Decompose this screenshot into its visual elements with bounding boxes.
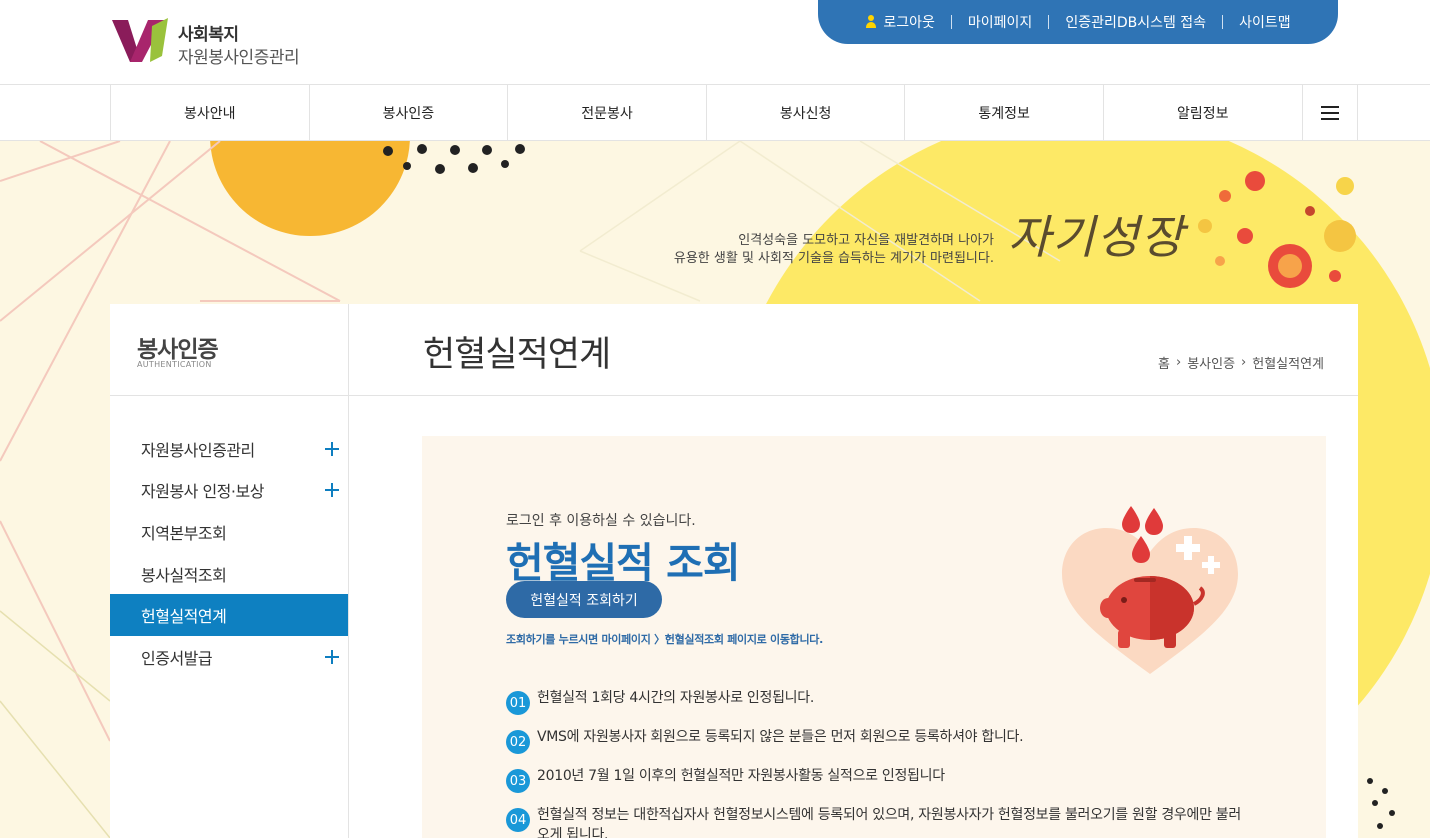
query-hint: 조회하기를 누르시면 마이페이지 〉헌혈실적조회 페이지로 이동합니다. — [506, 633, 824, 646]
logo-text-line1: 사회복지 — [178, 25, 239, 45]
piggy-bank-heart-icon — [1062, 506, 1238, 674]
notice-number: 02 — [506, 730, 530, 754]
side-nav-item-label: 봉사실적조회 — [141, 565, 227, 585]
nav-item-statistics[interactable]: 통계정보 — [905, 85, 1104, 141]
breadcrumb: 홈 › 봉사인증 › 헌혈실적연계 — [1158, 353, 1324, 372]
volunteer-v-logo-icon — [112, 18, 168, 62]
side-nav-title: 봉사인증 — [137, 337, 219, 363]
sitemap-link[interactable]: 사이트맵 — [1223, 12, 1307, 32]
side-nav-item-label: 헌혈실적연계 — [141, 607, 227, 627]
side-nav-subtitle: AUTHENTICATION — [137, 360, 212, 369]
side-nav-item-volunteer-cert-management[interactable]: 자원봉사인증관리 — [110, 428, 348, 470]
notice-item: 02 VMS에 자원봉사자 회원으로 등록되지 않은 분들은 먼저 회원으로 등… — [506, 727, 1246, 754]
nav-item-guide[interactable]: 봉사안내 — [111, 85, 310, 141]
mypage-link[interactable]: 마이페이지 — [952, 12, 1048, 32]
site-header: 사회복지 자원봉사인증관리 로그아웃 마이페이지 인증관리DB시스템 접속 사이… — [0, 0, 1430, 85]
page-header: 헌혈실적연계 홈 › 봉사인증 › 헌혈실적연계 — [349, 304, 1358, 396]
banner-copy-line2: 유용한 생활 및 사회적 기술을 습득하는 계기가 마련됩니다. — [673, 251, 994, 266]
notice-number: 01 — [506, 691, 530, 715]
blood-donation-box: 로그인 후 이용하실 수 있습니다. 헌혈실적 조회 헌혈실적 조회하기 조회하… — [422, 436, 1326, 838]
side-nav-item-label: 인증서발급 — [141, 648, 213, 668]
notice-item: 04 헌혈실적 정보는 대한적십자사 헌혈정보시스템에 등록되어 있으며, 자원… — [506, 805, 1246, 838]
nav-item-certification[interactable]: 봉사인증 — [310, 85, 509, 141]
breadcrumb-home[interactable]: 홈 — [1158, 353, 1170, 372]
logout-label: 로그아웃 — [883, 15, 935, 31]
side-nav-item-label: 자원봉사 인정·보상 — [141, 482, 264, 502]
notice-text: 헌혈실적 정보는 대한적십자사 헌혈정보시스템에 등록되어 있으며, 자원봉사자… — [537, 807, 1241, 838]
nav-item-notice[interactable]: 알림정보 — [1104, 85, 1303, 141]
logout-link[interactable]: 로그아웃 — [849, 12, 951, 32]
person-icon — [865, 15, 877, 29]
plus-icon[interactable] — [325, 483, 339, 498]
side-nav-item-regional-office[interactable]: 지역본부조회 — [110, 511, 348, 553]
section-title: 헌혈실적 조회 — [506, 539, 741, 587]
login-notice: 로그인 후 이용하실 수 있습니다. — [506, 513, 696, 529]
breadcrumb-section[interactable]: 봉사인증 — [1187, 353, 1235, 372]
notice-list: 01 헌혈실적 1회당 4시간의 자원봉사로 인정됩니다. 02 VMS에 자원… — [506, 688, 1246, 838]
side-nav-header: 봉사인증 AUTHENTICATION — [110, 304, 349, 396]
site-logo[interactable]: 사회복지 자원봉사인증관리 — [110, 14, 310, 68]
side-nav-item-certificate[interactable]: 인증서발급 — [110, 636, 348, 678]
side-nav: 자원봉사인증관리 자원봉사 인정·보상 지역본부조회 봉사실적조회 헌혈실적연계… — [110, 396, 349, 838]
plus-icon[interactable] — [325, 441, 339, 456]
notice-text: 2010년 7월 1일 이후의 헌혈실적만 자원봉사활동 실적으로 인정됩니다 — [537, 768, 945, 784]
notice-number: 03 — [506, 769, 530, 793]
blood-donation-query-button[interactable]: 헌혈실적 조회하기 — [506, 581, 662, 618]
banner-copy: 인격성숙을 도모하고 자신을 재발견하며 나아가 유용한 생활 및 사회적 기술… — [674, 232, 994, 268]
all-menu-button[interactable] — [1303, 85, 1358, 141]
nav-item-apply[interactable]: 봉사신청 — [707, 85, 906, 141]
side-nav-item-label: 자원봉사인증관리 — [141, 440, 255, 460]
nav-item-professional[interactable]: 전문봉사 — [508, 85, 707, 141]
banner-copy-line1: 인격성숙을 도모하고 자신을 재발견하며 나아가 — [738, 233, 994, 248]
main-nav: 봉사안내 봉사인증 전문봉사 봉사신청 통계정보 알림정보 — [0, 85, 1430, 141]
side-nav-item-label: 지역본부조회 — [141, 523, 227, 543]
notice-item: 01 헌혈실적 1회당 4시간의 자원봉사로 인정됩니다. — [506, 688, 1246, 715]
notice-text: 헌혈실적 1회당 4시간의 자원봉사로 인정됩니다. — [537, 690, 814, 706]
chevron-right-icon: › — [1241, 355, 1247, 370]
logo-text-line2: 자원봉사인증관리 — [178, 48, 300, 68]
db-system-link[interactable]: 인증관리DB시스템 접속 — [1049, 12, 1222, 32]
content-panel: 봉사인증 AUTHENTICATION 자원봉사인증관리 자원봉사 인정·보상 … — [110, 304, 1358, 838]
side-nav-item-blood-donation[interactable]: 헌혈실적연계 — [110, 594, 348, 636]
utility-nav: 로그아웃 마이페이지 인증관리DB시스템 접속 사이트맵 — [818, 0, 1338, 44]
notice-item: 03 2010년 7월 1일 이후의 헌혈실적만 자원봉사활동 실적으로 인정됩… — [506, 766, 1246, 793]
side-nav-item-volunteer-record[interactable]: 봉사실적조회 — [110, 553, 348, 595]
hamburger-icon — [1320, 106, 1339, 120]
notice-number: 04 — [506, 808, 530, 832]
notice-text: VMS에 자원봉사자 회원으로 등록되지 않은 분들은 먼저 회원으로 등록하셔… — [537, 729, 1024, 745]
breadcrumb-current: 헌혈실적연계 — [1252, 357, 1324, 372]
page-title: 헌혈실적연계 — [423, 335, 611, 375]
side-nav-item-recognition-reward[interactable]: 자원봉사 인정·보상 — [110, 470, 348, 512]
plus-icon[interactable] — [325, 649, 339, 664]
chevron-right-icon: › — [1175, 355, 1182, 370]
banner-slogan: 자기성장 — [1008, 210, 1186, 264]
